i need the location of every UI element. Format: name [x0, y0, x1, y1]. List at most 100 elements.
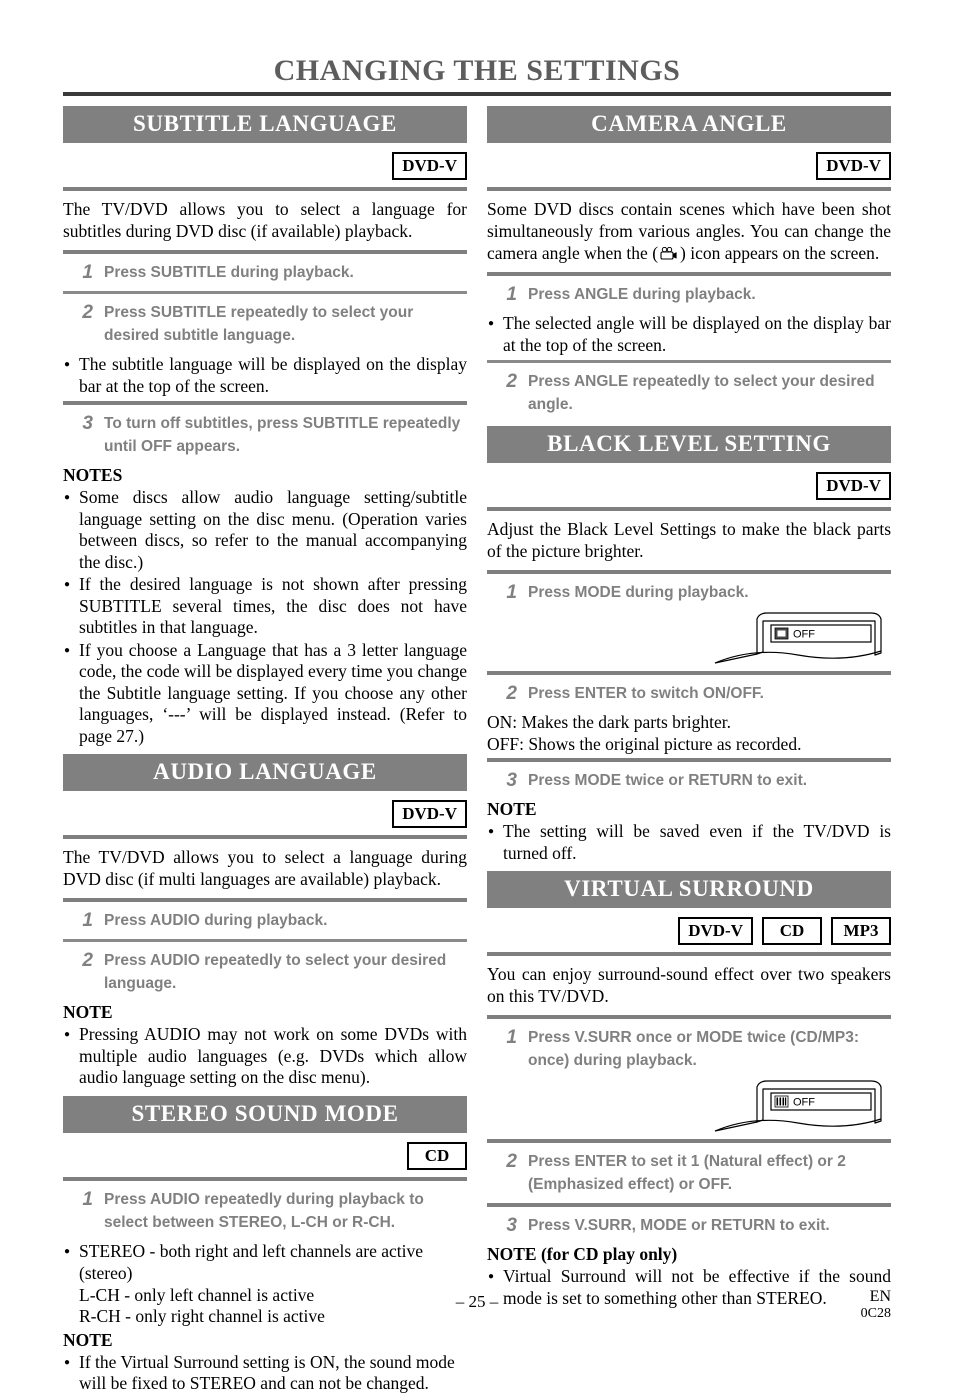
black-level-off-description: OFF: Shows the original picture as recor… [487, 733, 802, 754]
svg-text:OFF: OFF [793, 629, 815, 641]
divider [63, 187, 467, 191]
camera-angle-icon [659, 244, 679, 260]
note-bullet: The setting will be saved even if the TV… [487, 821, 891, 864]
note-bullet: If the desired language is not shown aft… [63, 574, 467, 639]
media-badge-mp3: MP3 [831, 917, 891, 945]
badge-row-subtitle-language: DVD-V [63, 143, 467, 187]
badge-row-camera-angle: DVD-V [487, 143, 891, 187]
step-number: 1 [506, 284, 517, 305]
step-text: To turn off subtitles, press SUBTITLE re… [104, 415, 461, 455]
section-heading-subtitle-language: SUBTITLE LANGUAGE [63, 106, 467, 143]
step-text: Press ANGLE during playback. [528, 286, 756, 303]
divider [63, 835, 467, 839]
step-text: Press V.SURR once or MODE twice (CD/MP3:… [528, 1029, 860, 1069]
page-title: CHANGING THE SETTINGS [273, 54, 681, 87]
channel-bullet: STEREO - both right and left channels ar… [63, 1241, 467, 1263]
right-column: CAMERA ANGLE DVD-V Some DVD discs contai… [487, 106, 891, 1310]
divider [487, 1203, 891, 1207]
step-number: 3 [506, 770, 517, 791]
footer-doc-code: 0C28 [860, 1306, 891, 1321]
section-heading-camera-angle: CAMERA ANGLE [487, 106, 891, 143]
step-number: 3 [82, 413, 93, 434]
svg-text:OFF: OFF [793, 1097, 815, 1109]
divider [487, 360, 891, 363]
section-black-level-setting: BLACK LEVEL SETTING DVD-V Adjust the Bla… [487, 426, 891, 864]
note-bullet: Pressing AUDIO may not work on some DVDs… [63, 1024, 467, 1089]
osd-screen-graphic: OFF [713, 1079, 883, 1140]
badge-row-audio-language: DVD-V [63, 791, 467, 835]
intro-text-camera-angle: Some DVD discs contain scenes which have… [487, 198, 891, 264]
intro-text-audio-language: The TV/DVD allows you to select a langua… [63, 847, 467, 889]
section-heading-audio-language: AUDIO LANGUAGE [63, 754, 467, 791]
step-item: 1 Press AUDIO repeatedly during playback… [63, 1188, 467, 1234]
divider [487, 187, 891, 191]
divider [487, 272, 891, 276]
divider [487, 1015, 891, 1019]
badge-row-virtual-surround: DVD-V CD MP3 [487, 908, 891, 952]
media-badge-cd: CD [407, 1141, 467, 1170]
step-note-bullet: The selected angle will be displayed on … [487, 313, 891, 356]
divider [63, 1176, 467, 1181]
step-number: 2 [506, 371, 517, 392]
divider [63, 898, 467, 902]
notes-heading: NOTE (for CD play only) [487, 1244, 678, 1264]
divider [63, 291, 467, 294]
step-item: 1 Press MODE during playback. [487, 581, 891, 604]
step-item: 3 Press V.SURR, MODE or RETURN to exit. [487, 1214, 891, 1237]
media-badge-dvd-v: DVD-V [816, 152, 891, 180]
divider [63, 939, 467, 942]
step-item: 1 Press ANGLE during playback. [487, 283, 891, 306]
divider [63, 250, 467, 254]
step-text: Press ENTER to switch ON/OFF. [528, 685, 764, 702]
section-subtitle-language: SUBTITLE LANGUAGE DVD-V The TV/DVD allow… [63, 106, 467, 747]
step-number: 1 [82, 1188, 93, 1210]
intro-text-black-level-setting: Adjust the Black Level Settings to make … [487, 519, 891, 561]
title-divider [63, 92, 891, 96]
section-heading-virtual-surround: VIRTUAL SURROUND [487, 871, 891, 908]
step-text: Press AUDIO repeatedly during playback t… [104, 1190, 424, 1231]
notes-heading: NOTE [487, 799, 537, 819]
section-heading-stereo-sound-mode: STEREO SOUND MODE [63, 1095, 467, 1133]
step-number: 2 [506, 683, 517, 704]
section-stereo-sound-mode: STEREO SOUND MODE CD 1 Press AUDIO repea… [63, 1095, 467, 1395]
media-badge-dvd-v: DVD-V [678, 917, 753, 945]
step-note-bullet: The subtitle language will be displayed … [63, 354, 467, 397]
intro-text-virtual-surround: You can enjoy surround-sound effect over… [487, 964, 891, 1006]
note-bullet: If the Virtual Surround setting is ON, t… [63, 1352, 467, 1395]
footer-language-code: EN [869, 1288, 891, 1305]
intro-text-subtitle-language: The TV/DVD allows you to select a langua… [63, 199, 467, 241]
media-badge-dvd-v: DVD-V [392, 800, 467, 828]
divider [487, 507, 891, 511]
divider [487, 758, 891, 762]
step-item: 2 Press ENTER to switch ON/OFF. [487, 682, 891, 705]
step-text: Press SUBTITLE repeatedly to select your… [104, 304, 414, 344]
section-virtual-surround: VIRTUAL SURROUND DVD-V CD MP3 You can en… [487, 871, 891, 1309]
channel-line: (stereo) [79, 1263, 133, 1283]
badge-row-black-level-setting: DVD-V [487, 463, 891, 507]
step-item: 2 Press SUBTITLE repeatedly to select yo… [63, 301, 467, 347]
page-number: – 25 – [455, 1292, 499, 1311]
section-camera-angle: CAMERA ANGLE DVD-V Some DVD discs contai… [487, 106, 891, 416]
media-badge-dvd-v: DVD-V [392, 152, 467, 180]
step-number: 1 [506, 1027, 517, 1048]
step-text: Press SUBTITLE during playback. [104, 264, 354, 281]
divider [487, 952, 891, 956]
manual-page: CHANGING THE SETTINGS SUBTITLE LANGUAGE … [0, 0, 954, 1393]
step-item: 3 To turn off subtitles, press SUBTITLE … [63, 412, 467, 458]
notes-heading: NOTE [63, 1002, 113, 1022]
black-level-on-description: ON: Makes the dark parts brighter. [487, 712, 731, 732]
step-number: 2 [506, 1151, 517, 1172]
badge-row-stereo-sound-mode: CD [63, 1133, 467, 1177]
notes-heading: NOTE [63, 1329, 113, 1350]
step-item: 2 Press AUDIO repeatedly to select your … [63, 949, 467, 995]
step-text: Press ENTER to set it 1 (Natural effect)… [528, 1153, 846, 1193]
step-text: Press V.SURR, MODE or RETURN to exit. [528, 1217, 830, 1234]
left-column: SUBTITLE LANGUAGE DVD-V The TV/DVD allow… [63, 106, 467, 1396]
step-number: 1 [506, 582, 517, 603]
media-badge-cd: CD [762, 917, 822, 945]
osd-illustration-virtual-surround: OFF [487, 1079, 891, 1137]
media-badge-dvd-v: DVD-V [816, 472, 891, 500]
step-number: 3 [506, 1215, 517, 1236]
intro-text-part2: ) icon appears on the screen. [680, 243, 880, 263]
divider [63, 401, 467, 405]
